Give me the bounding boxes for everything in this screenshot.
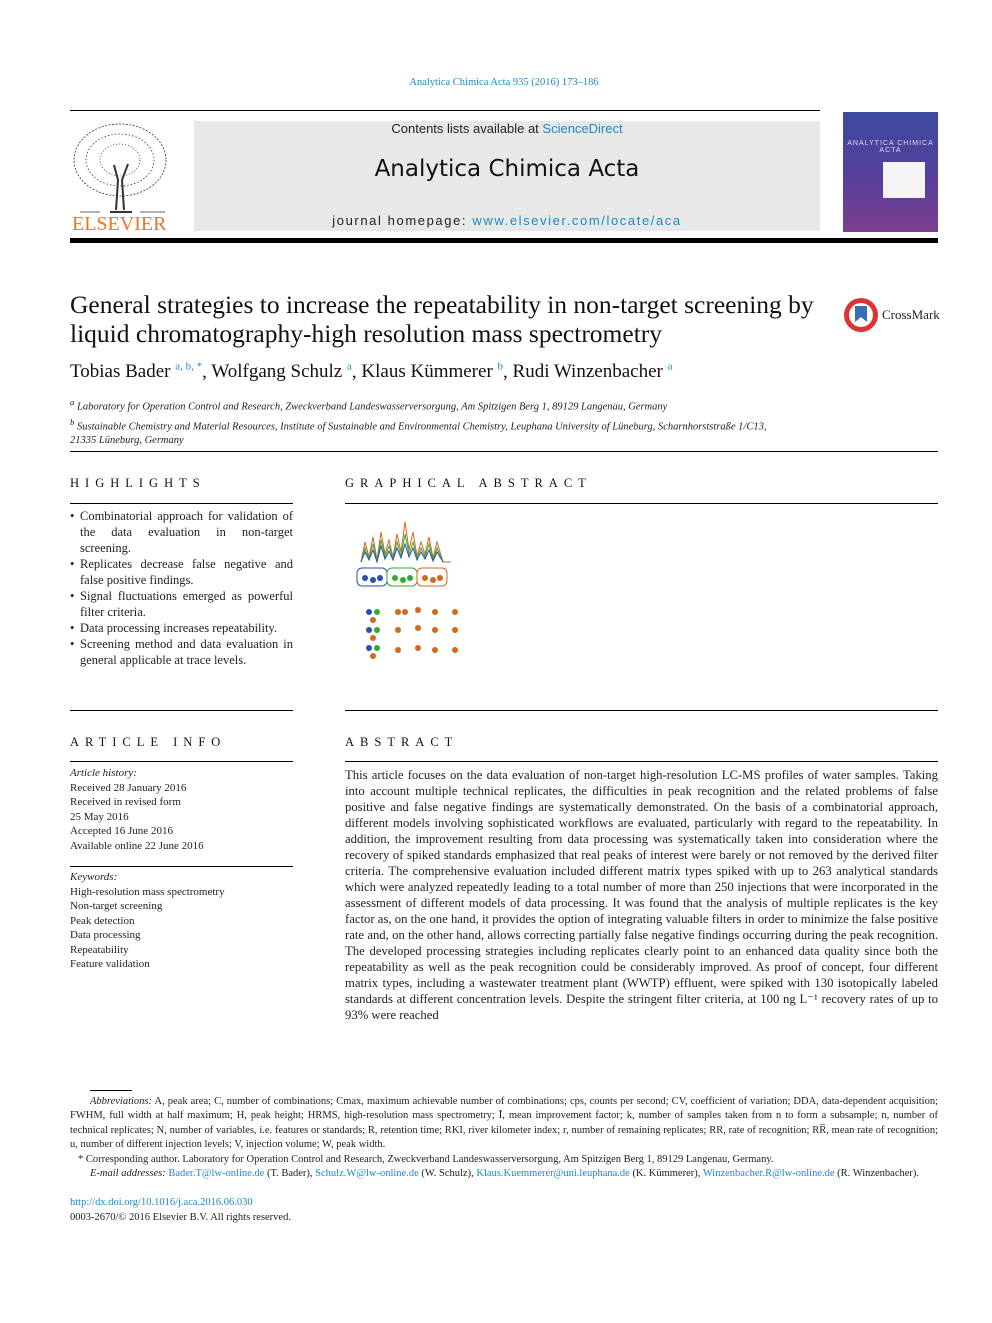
affiliation-text: Sustainable Chemistry and Material Resou… [70, 421, 767, 446]
elsevier-logo: ELSEVIER [70, 120, 172, 235]
article-info-heading: ARTICLE INFO [70, 735, 227, 749]
history-item: Accepted 16 June 2016 [70, 825, 173, 837]
footnote-rule [90, 1090, 132, 1091]
author[interactable]: Rudi Winzenbacher a [513, 361, 673, 382]
affiliation-marker: b [70, 416, 75, 427]
history-item: Available online 22 June 2016 [70, 839, 204, 852]
affiliation-marker: a [70, 397, 75, 407]
divider [345, 503, 938, 504]
elsevier-tree-icon: ELSEVIER [72, 123, 167, 235]
article-title: General strategies to increase the repea… [70, 290, 814, 348]
author-affiliation-marker[interactable]: a, b, * [175, 361, 202, 373]
author-list: Tobias Bader a, b, *, Wolfgang Schulz a,… [70, 361, 673, 383]
contents-text: Contents lists available at [391, 121, 543, 136]
email-owner: (T. Bader), [264, 1168, 316, 1180]
divider [70, 710, 293, 711]
email-owner: (W. Schulz), [418, 1168, 477, 1180]
highlight-item: Data processing increases repeatability. [70, 620, 293, 636]
history-label: Article history: [70, 767, 137, 779]
crossmark-icon [844, 298, 878, 332]
author[interactable]: Klaus Kümmerer b [361, 361, 503, 382]
cover-title: ANALYTICA CHIMICA ACTA [847, 140, 934, 154]
graphical-abstract-image [356, 521, 458, 659]
affiliation: a Laboratory for Operation Control and R… [70, 395, 770, 415]
history-item: Received 28 January 2016 [70, 781, 187, 794]
abbreviations-text: A, peak area; C, number of combinations;… [70, 1096, 939, 1151]
crossmark-button[interactable]: CrossMark [842, 296, 940, 334]
divider [70, 503, 293, 504]
keyword: Feature validation [70, 958, 150, 970]
email-label: E-mail addresses: [90, 1168, 166, 1180]
highlight-item: Screening method and data evaluation in … [70, 636, 293, 668]
cover-image [883, 162, 925, 198]
author-name: Tobias Bader [70, 361, 171, 383]
email-addresses: E-mail addresses: Bader.T@lw-online.de (… [70, 1167, 938, 1181]
highlight-item: Combinatorial approach for validation of… [70, 508, 293, 556]
journal-cover: ANALYTICA CHIMICA ACTA [843, 112, 938, 232]
abstract-text: This article focuses on the data evaluat… [345, 768, 938, 1022]
keywords: Keywords: High-resolution mass spectrome… [70, 870, 293, 972]
email-link[interactable]: Bader.T@lw-online.de [168, 1168, 264, 1179]
highlight-item: Signal fluctuations emerged as powerful … [70, 588, 293, 620]
graphical-abstract-figure[interactable] [343, 512, 468, 665]
divider [70, 110, 820, 111]
history-item: Received in revised form [70, 796, 181, 808]
author-name: Klaus Kümmerer [361, 361, 493, 383]
abbreviations: Abbreviations: A, peak area; C, number o… [70, 1095, 938, 1153]
abstract-heading: ABSTRACT [345, 735, 459, 749]
footnotes: Abbreviations: A, peak area; C, number o… [70, 1095, 938, 1225]
email-link[interactable]: Schulz.W@lw-online.de [315, 1168, 419, 1179]
header-rule [70, 238, 938, 243]
affiliation-text: Laboratory for Operation Control and Res… [77, 401, 668, 413]
divider [70, 451, 938, 452]
corresponding-author-note: * Corresponding author. Laboratory for O… [78, 1153, 774, 1165]
abbreviations-label: Abbreviations: [90, 1096, 153, 1107]
homepage-link[interactable]: www.elsevier.com/locate/aca [472, 213, 681, 228]
keyword: Repeatability [70, 943, 129, 956]
keyword: Data processing [70, 929, 141, 941]
author-affiliation-marker[interactable]: a [347, 361, 352, 373]
author-name: Wolfgang Schulz [211, 361, 343, 383]
contents-line: Contents lists available at ScienceDirec… [194, 121, 820, 136]
graphical-abstract-heading: GRAPHICAL ABSTRACT [345, 476, 592, 490]
affiliation: b Sustainable Chemistry and Material Res… [70, 415, 770, 449]
elsevier-wordmark: ELSEVIER [72, 213, 167, 232]
article-history: Article history: Received 28 January 201… [70, 766, 293, 853]
divider [70, 866, 293, 867]
author-affiliation-marker[interactable]: b [498, 361, 504, 373]
paper-page: Analytica Chimica Acta 935 (2016) 173–18… [0, 0, 992, 1323]
crossmark-label: CrossMark [882, 307, 940, 322]
affiliations: a Laboratory for Operation Control and R… [70, 395, 770, 448]
email-owner: (K. Kümmerer), [629, 1168, 703, 1180]
keyword: Non-target screening [70, 900, 163, 912]
history-item: 25 May 2016 [70, 810, 129, 823]
divider [345, 710, 938, 711]
divider [345, 761, 938, 762]
email-owner: (R. Winzenbacher). [834, 1168, 920, 1180]
highlight-item: Replicates decrease false negative and f… [70, 556, 293, 588]
homepage-line: journal homepage: www.elsevier.com/locat… [194, 213, 820, 228]
highlights-list: Combinatorial approach for validation of… [70, 508, 293, 668]
divider [70, 761, 293, 762]
email-link[interactable]: Winzenbacher.R@lw-online.de [703, 1168, 835, 1179]
sciencedirect-link[interactable]: ScienceDirect [542, 121, 622, 136]
keywords-label: Keywords: [70, 871, 118, 883]
homepage-label: journal homepage: [332, 213, 473, 228]
highlights-heading: HIGHLIGHTS [70, 476, 206, 490]
journal-title: Analytica Chimica Acta [374, 156, 640, 182]
doi-link[interactable]: http://dx.doi.org/10.1016/j.aca.2016.06.… [70, 1197, 253, 1208]
keyword: High-resolution mass spectrometry [70, 885, 225, 898]
copyright: 0003-2670/© 2016 Elsevier B.V. All right… [70, 1211, 291, 1223]
keyword: Peak detection [70, 914, 135, 927]
author-affiliation-marker[interactable]: a [668, 361, 673, 373]
author[interactable]: Tobias Bader a, b, * [70, 361, 202, 382]
journal-reference-link[interactable]: Analytica Chimica Acta 935 (2016) 173–18… [0, 77, 992, 88]
author[interactable]: Wolfgang Schulz a [211, 361, 352, 382]
email-link[interactable]: Klaus.Kuemmerer@uni.leuphana.de [476, 1168, 629, 1179]
author-name: Rudi Winzenbacher [512, 361, 663, 383]
